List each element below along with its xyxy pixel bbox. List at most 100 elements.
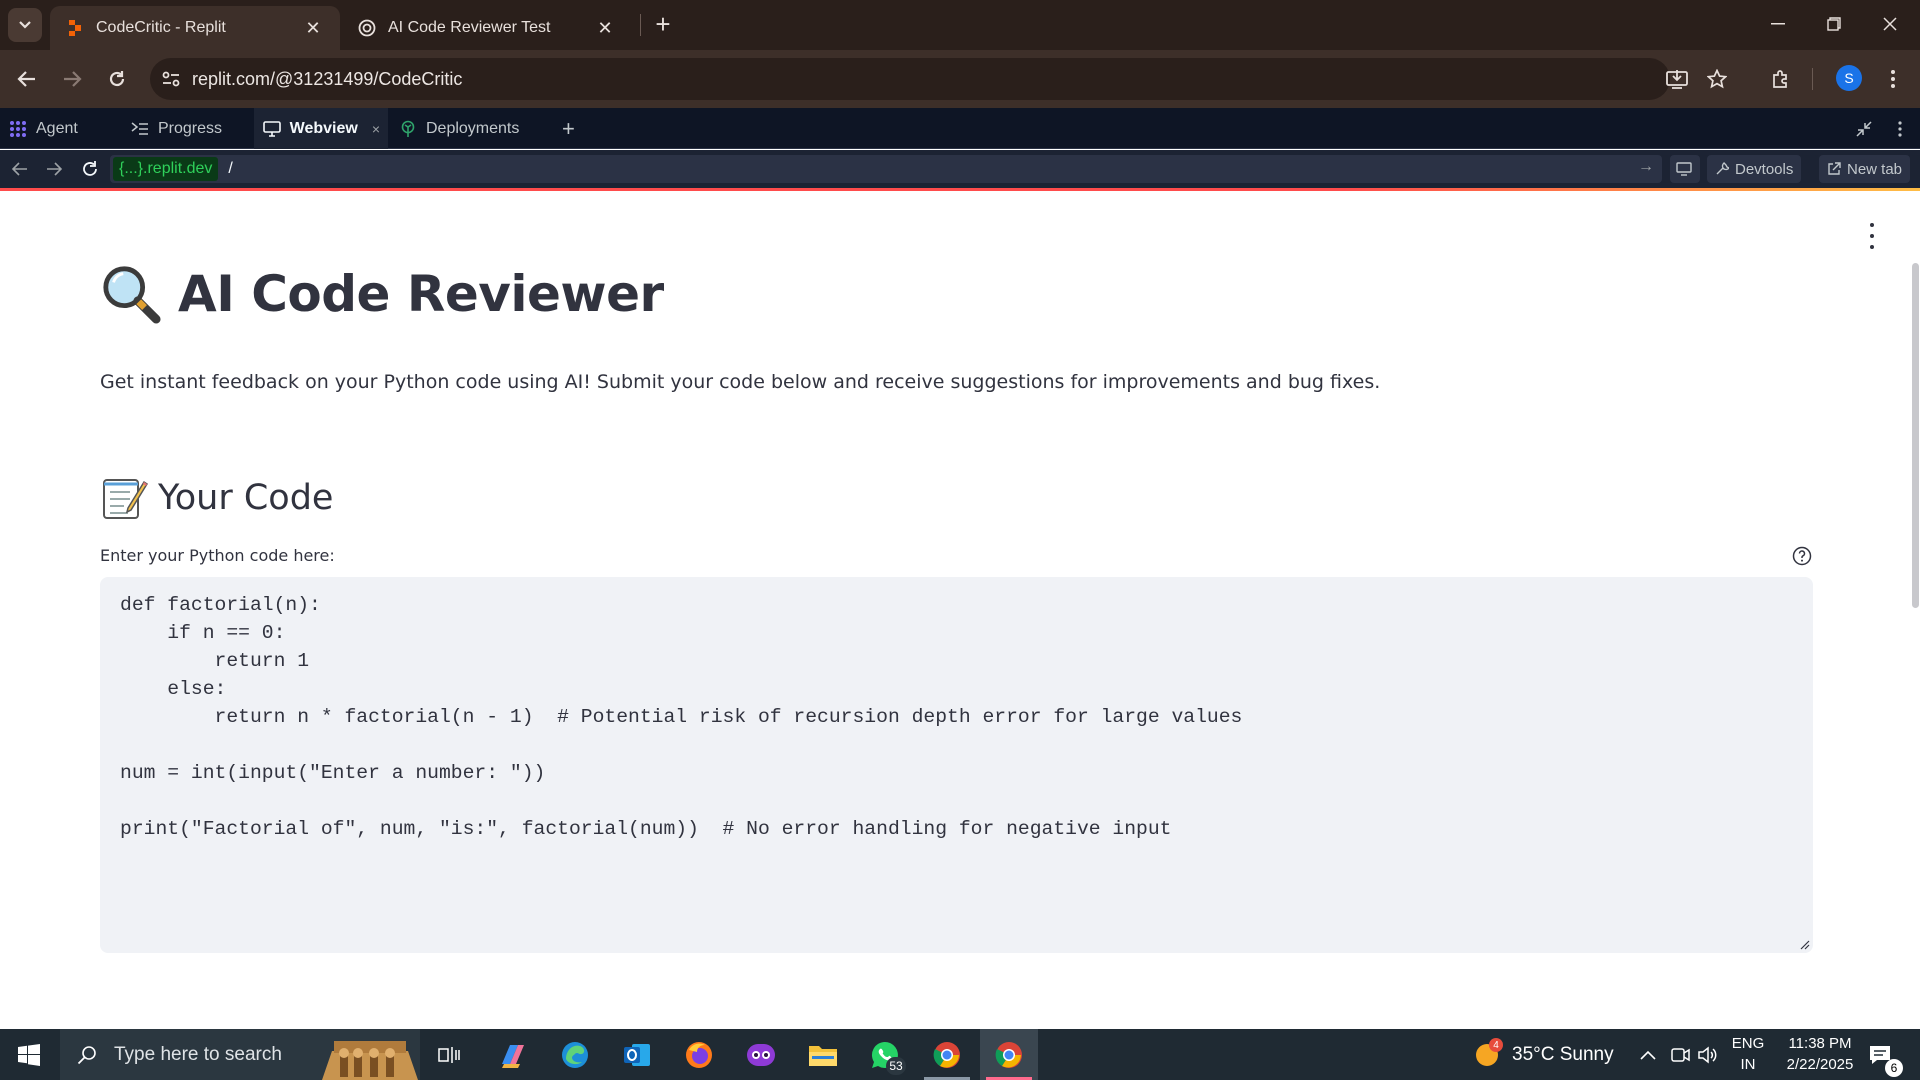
more-vert-icon bbox=[1870, 223, 1874, 227]
edge-icon bbox=[562, 1041, 588, 1068]
bookmark-button[interactable] bbox=[1700, 62, 1734, 96]
tab-webview[interactable]: Webview × bbox=[254, 108, 388, 149]
go-arrow-icon[interactable]: → bbox=[1638, 158, 1654, 176]
copilot-icon bbox=[502, 1044, 524, 1068]
minimize-icon bbox=[1771, 23, 1785, 25]
search-icon bbox=[60, 1045, 114, 1065]
tab-title: AI Code Reviewer Test bbox=[388, 19, 551, 36]
clock[interactable]: 11:38 PM 2/22/2025 bbox=[1772, 1033, 1868, 1075]
tab-progress[interactable]: Progress bbox=[122, 108, 252, 149]
toolbar-separator bbox=[1812, 68, 1813, 90]
input-language[interactable]: ENG IN bbox=[1728, 1033, 1768, 1075]
taskbar-app-mask[interactable] bbox=[732, 1029, 790, 1080]
language-code: ENG bbox=[1731, 1035, 1765, 1052]
arrow-left-icon bbox=[12, 162, 27, 176]
taskbar-outlook[interactable] bbox=[608, 1029, 666, 1080]
browser-tab-strip: CodeCritic - Replit ✕ AI Code Reviewer T… bbox=[0, 0, 1920, 50]
code-line: return n * factorial(n - 1) # Potential … bbox=[120, 706, 1243, 728]
restore-icon bbox=[1827, 17, 1841, 31]
help-icon[interactable] bbox=[1792, 546, 1812, 566]
taskbar-chrome[interactable] bbox=[918, 1029, 976, 1080]
clock-date: 2/22/2025 bbox=[1786, 1056, 1854, 1073]
address-bar[interactable]: replit.com/@31231499/CodeCritic bbox=[150, 58, 1670, 100]
devtools-button[interactable]: Devtools bbox=[1707, 155, 1802, 183]
windows-taskbar: Type here to search 53 35°C Sunny 4 ENG … bbox=[0, 1029, 1920, 1080]
scrollbar[interactable] bbox=[1912, 263, 1919, 608]
meet-now-button[interactable] bbox=[1670, 1029, 1690, 1080]
new-tab-button[interactable]: + bbox=[650, 10, 676, 40]
back-button[interactable] bbox=[10, 62, 44, 96]
weather-text: 35°C Sunny bbox=[1512, 1043, 1614, 1065]
resize-handle-icon[interactable] bbox=[1798, 938, 1810, 950]
mask-icon bbox=[747, 1043, 775, 1066]
profile-avatar[interactable]: S bbox=[1836, 65, 1862, 91]
code-line: if n == 0: bbox=[120, 622, 286, 644]
restore-button[interactable] bbox=[1806, 0, 1862, 48]
install-icon bbox=[1666, 70, 1688, 89]
site-info-icon[interactable] bbox=[150, 58, 192, 100]
task-view-button[interactable] bbox=[420, 1029, 478, 1080]
chevron-down-icon bbox=[19, 21, 31, 29]
install-app-button[interactable] bbox=[1660, 62, 1694, 96]
agent-icon bbox=[8, 119, 28, 139]
taskbar-whatsapp[interactable]: 53 bbox=[856, 1029, 914, 1080]
arrow-left-icon bbox=[17, 71, 35, 87]
tab-search-button[interactable] bbox=[8, 8, 42, 42]
webview-reload-button[interactable] bbox=[79, 158, 101, 180]
taskbar-file-explorer[interactable] bbox=[794, 1029, 852, 1080]
code-line: return 1 bbox=[120, 650, 310, 672]
collapse-icon bbox=[1856, 121, 1872, 137]
wrench-icon bbox=[1715, 162, 1729, 176]
browser-tab-ai-code-reviewer[interactable]: AI Code Reviewer Test ✕ bbox=[342, 6, 632, 50]
progress-icon bbox=[130, 119, 150, 139]
webview-back-button[interactable] bbox=[9, 158, 31, 180]
monitor-icon bbox=[1676, 162, 1692, 176]
reload-button[interactable] bbox=[100, 62, 134, 96]
browser-tab-codecritic[interactable]: CodeCritic - Replit ✕ bbox=[50, 6, 340, 50]
clock-time: 11:38 PM bbox=[1788, 1035, 1852, 1052]
code-line: num = int(input("Enter a number: ")) bbox=[120, 762, 546, 784]
open-new-tab-button[interactable]: New tab bbox=[1819, 155, 1911, 183]
reload-icon bbox=[109, 71, 125, 87]
taskbar-chrome-profile[interactable] bbox=[980, 1029, 1038, 1080]
notification-count: 6 bbox=[1885, 1059, 1903, 1077]
app-menu-button[interactable] bbox=[1862, 223, 1882, 249]
external-link-icon bbox=[1827, 162, 1841, 176]
minimize-pane-button[interactable] bbox=[1853, 118, 1875, 140]
webview-forward-button[interactable] bbox=[43, 158, 65, 180]
arrow-right-icon bbox=[47, 162, 62, 176]
add-tab-button[interactable]: + bbox=[562, 116, 575, 142]
devtools-label: Devtools bbox=[1735, 160, 1794, 178]
close-tab-icon[interactable]: × bbox=[372, 121, 380, 137]
section-title: Your Code bbox=[100, 474, 333, 522]
taskbar-firefox[interactable] bbox=[670, 1029, 728, 1080]
windows-icon bbox=[18, 1043, 40, 1066]
speaker-icon bbox=[1698, 1045, 1717, 1064]
weather-badge: 4 bbox=[1489, 1038, 1503, 1052]
taskbar-edge[interactable] bbox=[546, 1029, 604, 1080]
close-tab-icon[interactable]: ✕ bbox=[302, 17, 324, 39]
weather-widget[interactable]: 35°C Sunny bbox=[1474, 1029, 1614, 1080]
reload-icon bbox=[83, 161, 97, 176]
webview-content: AI Code Reviewer Get instant feedback on… bbox=[0, 191, 1920, 1029]
volume-button[interactable] bbox=[1697, 1029, 1719, 1080]
browser-menu-button[interactable] bbox=[1876, 62, 1910, 96]
webview-url-input[interactable]: {...}.replit.dev / → bbox=[110, 155, 1662, 183]
forward-button[interactable] bbox=[55, 62, 89, 96]
pane-menu-button[interactable] bbox=[1889, 118, 1911, 140]
taskbar-copilot[interactable] bbox=[484, 1029, 542, 1080]
task-view-icon bbox=[438, 1046, 460, 1063]
taskbar-search[interactable]: Type here to search bbox=[60, 1029, 420, 1080]
tab-deployments[interactable]: Deployments bbox=[390, 108, 550, 149]
show-hidden-icons-button[interactable] bbox=[1640, 1029, 1656, 1080]
webview-path: / bbox=[228, 160, 233, 177]
close-window-button[interactable] bbox=[1862, 0, 1918, 48]
extensions-button[interactable] bbox=[1764, 62, 1798, 96]
start-button[interactable] bbox=[0, 1029, 58, 1080]
code-textarea[interactable]: def factorial(n): if n == 0: return 1 el… bbox=[100, 577, 1813, 953]
minimize-button[interactable] bbox=[1750, 0, 1806, 48]
tab-agent[interactable]: Agent bbox=[0, 108, 120, 149]
device-preview-button[interactable] bbox=[1670, 155, 1700, 183]
close-tab-icon[interactable]: ✕ bbox=[594, 17, 616, 39]
